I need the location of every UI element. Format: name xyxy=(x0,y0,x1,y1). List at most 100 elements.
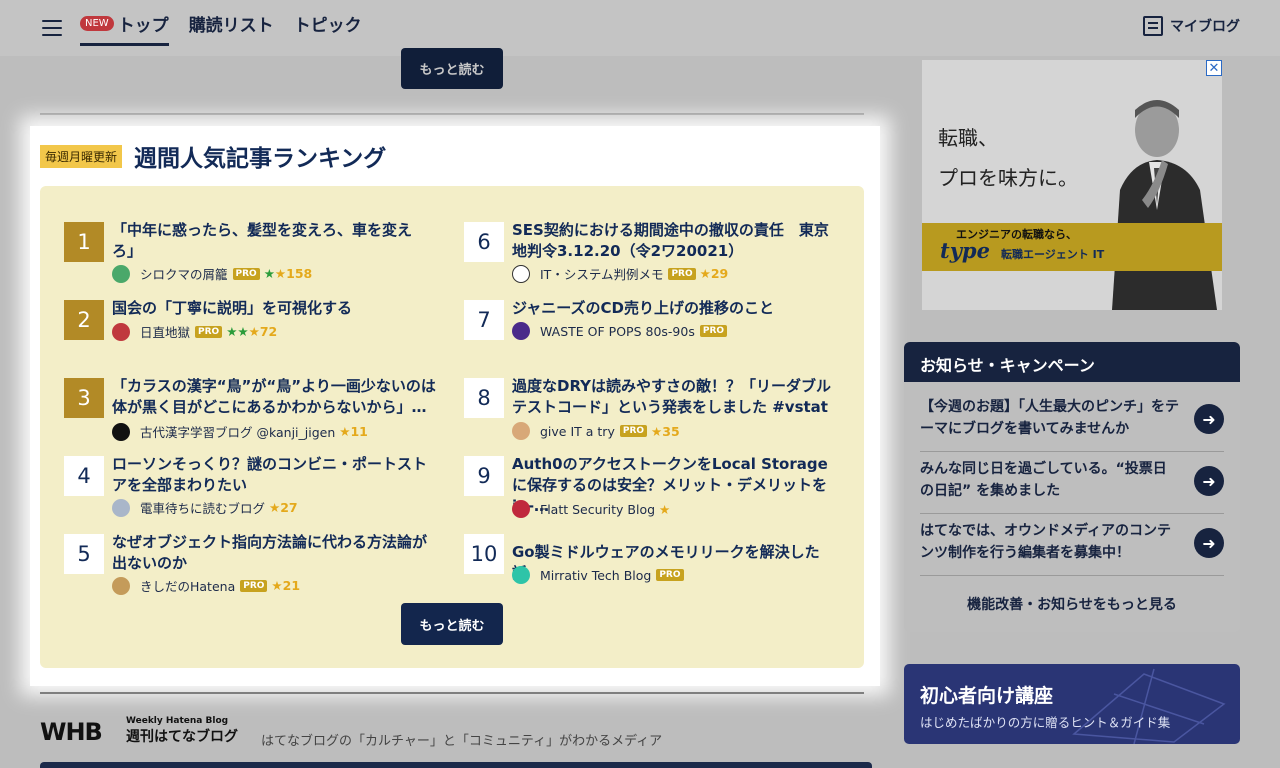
news-item[interactable]: はてなでは、オウンドメディアのコンテンツ制作を行う編集者を募集中！ ➜ xyxy=(920,520,1224,576)
blog-name[interactable]: 電車待ちに読むブログ xyxy=(140,498,265,517)
tab-top[interactable]: NEW トップ xyxy=(80,0,169,46)
entry-meta: Flatt Security Blog ★ xyxy=(512,500,670,518)
star-count: ★ xyxy=(659,501,671,517)
blog-name[interactable]: WASTE OF POPS 80s-90s xyxy=(540,324,695,339)
pro-badge: PRO xyxy=(240,579,268,592)
whb-logo-small: Weekly Hatena Blog xyxy=(126,716,229,726)
blog-name[interactable]: 古代漢字学習ブログ @kanji_jigen xyxy=(140,422,335,441)
blog-avatar[interactable] xyxy=(112,422,130,441)
blog-avatar[interactable] xyxy=(112,498,130,517)
news-title: お知らせ・キャンペーン xyxy=(904,342,1240,382)
ranking-entry-8[interactable]: 8 過度なDRYは読みやすさの敵！？「リーダブルテストコード」という発表をしまし… xyxy=(464,376,844,440)
pro-badge: PRO xyxy=(656,569,684,581)
rank-number: 3 xyxy=(64,378,104,418)
whb-tagline: はてなブログの「カルチャー」と「コミュニティ」がわかるメディア xyxy=(261,734,663,749)
blog-avatar[interactable] xyxy=(512,264,530,283)
pro-badge: PRO xyxy=(619,425,648,437)
rank-number: 7 xyxy=(464,300,504,340)
pro-badge: PRO xyxy=(232,267,260,280)
news-item-text[interactable]: 【今週のお題】「人生最大のピンチ」をテーマにブログを書いてみませんか xyxy=(920,396,1180,440)
whb-logo[interactable]: WHB Weekly Hatena Blog 週刊はてなブログ xyxy=(40,716,240,746)
news-item-text[interactable]: みんな同じ日を過ごしている。“投票日の日記” を集めました xyxy=(920,458,1180,502)
entry-meta: give IT a try PRO ★35 xyxy=(512,422,680,440)
ranking-entry-3[interactable]: 3 「カラスの漢字“鳥”が“鳥”より一画少ないのは体が黒く目がどこにあるかわから… xyxy=(64,376,444,441)
beginner-subtitle: はじめたばかりの方に贈るヒント＆ガイド集 xyxy=(920,715,1171,730)
ranking-entry-4[interactable]: 4 ローソンそっくり？謎のコンビニ・ポートストアを全部まわりたい 電車待ちに読む… xyxy=(64,454,444,517)
decorative-lines-icon xyxy=(1072,668,1226,744)
blog-name[interactable]: IT・システム判例メモ xyxy=(540,264,663,283)
blog-avatar[interactable] xyxy=(112,322,130,341)
advertisement[interactable]: ✕ 転職、 プロを味方に。 エンジニアの転職なら、 type 転職エージェント … xyxy=(922,60,1222,310)
news-item[interactable]: みんな同じ日を過ごしている。“投票日の日記” を集めました ➜ xyxy=(920,458,1224,514)
rank-number: 8 xyxy=(464,378,504,418)
star-count: ★★★72 xyxy=(226,324,278,339)
star-count: ★11 xyxy=(339,424,368,439)
myblog-label: マイブログ xyxy=(1170,19,1240,35)
news-more-link[interactable]: 機能改善・お知らせをもっと見る xyxy=(904,594,1240,614)
main-nav: NEW トップ 購読リスト トピック xyxy=(80,0,382,56)
blog-name[interactable]: Mirrativ Tech Blog xyxy=(540,568,651,583)
entry-title[interactable]: ローソンそっくり？謎のコンビニ・ポートストアを全部まわりたい xyxy=(112,454,432,496)
tab-subscriptions[interactable]: 購読リスト xyxy=(189,0,274,46)
tab-subscriptions-label: 購読リスト xyxy=(188,15,274,36)
entry-title[interactable]: なぜオブジェクト指向方法論に代わる方法論が出ないのか xyxy=(112,532,432,574)
news-item[interactable]: 【今週のお題】「人生最大のピンチ」をテーマにブログを書いてみませんか ➜ xyxy=(920,396,1224,452)
star-count: ★27 xyxy=(269,500,298,515)
beginner-guide-banner[interactable]: 初心者向け講座 はじめたばかりの方に贈るヒント＆ガイド集 xyxy=(904,664,1240,744)
blog-name[interactable]: give IT a try xyxy=(540,424,615,439)
entry-meta: 日直地獄 PRO ★★★72 xyxy=(112,322,277,341)
section-divider xyxy=(40,113,864,115)
blog-avatar[interactable] xyxy=(512,500,530,518)
ranking-entry-6[interactable]: 6 SES契約における期間途中の撤収の責任 東京地判令3.12.20（令2ワ20… xyxy=(464,220,844,283)
blog-avatar[interactable] xyxy=(512,422,530,440)
entry-meta: IT・システム判例メモ PRO ★29 xyxy=(512,264,728,283)
tab-topics-label: トピック xyxy=(293,15,362,36)
top-header: NEW トップ 購読リスト トピック マイブログ xyxy=(0,0,1280,56)
blog-avatar[interactable] xyxy=(512,322,530,340)
entry-title[interactable]: 「カラスの漢字“鳥”が“鳥”より一画少ないのは体が黒く目がどこにあるかわからない… xyxy=(112,376,442,418)
blog-name[interactable]: 日直地獄 xyxy=(140,322,190,341)
tab-topics[interactable]: トピック xyxy=(294,0,362,46)
entry-meta: きしだのHatena PRO ★21 xyxy=(112,576,300,595)
blog-avatar[interactable] xyxy=(112,264,130,283)
arrow-right-icon[interactable]: ➜ xyxy=(1194,404,1224,434)
ranking-entry-5[interactable]: 5 なぜオブジェクト指向方法論に代わる方法論が出ないのか きしだのHatena … xyxy=(64,532,444,595)
section-divider xyxy=(40,692,864,694)
ad-copy-line-1: 転職、 xyxy=(938,126,998,150)
ad-brand-sub: 転職エージェント IT xyxy=(1001,248,1105,261)
star-count: ★21 xyxy=(271,578,301,593)
entry-title[interactable]: ジャニーズのCD売り上げの推移のこと xyxy=(512,298,832,319)
ranking-entry-1[interactable]: 1 「中年に惑ったら、髪型を変えろ、車を変えろ」 シロクマの屑籠 PRO ★★1… xyxy=(64,220,444,283)
ranking-entry-10[interactable]: 10 Go製ミドルウェアのメモリリークを解決した話 Mirrativ Tech … xyxy=(464,532,844,584)
rank-number: 6 xyxy=(464,222,504,262)
news-panel: お知らせ・キャンペーン 【今週のお題】「人生最大のピンチ」をテーマにブログを書い… xyxy=(904,342,1240,632)
menu-icon[interactable] xyxy=(42,20,62,36)
entry-title[interactable]: SES契約における期間途中の撤収の責任 東京地判令3.12.20（令2ワ2002… xyxy=(512,220,832,262)
pro-badge: PRO xyxy=(195,325,223,338)
whb-logo-jp: 週刊はてなブログ xyxy=(126,729,238,745)
news-item-text[interactable]: はてなでは、オウンドメディアのコンテンツ制作を行う編集者を募集中！ xyxy=(920,520,1180,564)
blog-avatar[interactable] xyxy=(112,576,130,595)
ranking-entry-2[interactable]: 2 国会の「丁寧に説明」を可視化する 日直地獄 PRO ★★★72 xyxy=(64,298,444,348)
rank-number: 1 xyxy=(64,222,104,262)
top-more-button[interactable]: もっと読む xyxy=(401,48,503,89)
ranking-entry-7[interactable]: 7 ジャニーズのCD売り上げの推移のこと WASTE OF POPS 80s-9… xyxy=(464,298,844,348)
ranking-more-button[interactable]: もっと読む xyxy=(401,603,503,645)
entry-title[interactable]: 「中年に惑ったら、髪型を変えろ、車を変えろ」 xyxy=(112,220,432,262)
blog-avatar[interactable] xyxy=(512,566,530,584)
star-count: ★35 xyxy=(651,423,680,439)
rank-number: 2 xyxy=(64,300,104,340)
myblog-link[interactable]: マイブログ xyxy=(1143,16,1240,36)
arrow-right-icon[interactable]: ➜ xyxy=(1194,466,1224,496)
entry-title[interactable]: 国会の「丁寧に説明」を可視化する xyxy=(112,298,432,319)
blog-name[interactable]: シロクマの屑籠 xyxy=(140,264,228,283)
ranking-entry-9[interactable]: 9 Auth0のアクセストークンをLocal Storageに保存するのは安全？… xyxy=(464,454,844,518)
businessman-image xyxy=(1112,100,1217,310)
pro-badge: PRO xyxy=(668,267,696,280)
blog-name[interactable]: Flatt Security Blog xyxy=(540,502,655,517)
entry-title[interactable]: 過度なDRYは読みやすさの敵！？「リーダブルテストコード」という発表をしました … xyxy=(512,376,832,418)
arrow-right-icon[interactable]: ➜ xyxy=(1194,528,1224,558)
weekly-update-label: 毎週月曜更新 xyxy=(40,145,123,168)
close-icon[interactable]: ✕ xyxy=(1206,60,1222,76)
blog-name[interactable]: きしだのHatena xyxy=(140,576,235,595)
